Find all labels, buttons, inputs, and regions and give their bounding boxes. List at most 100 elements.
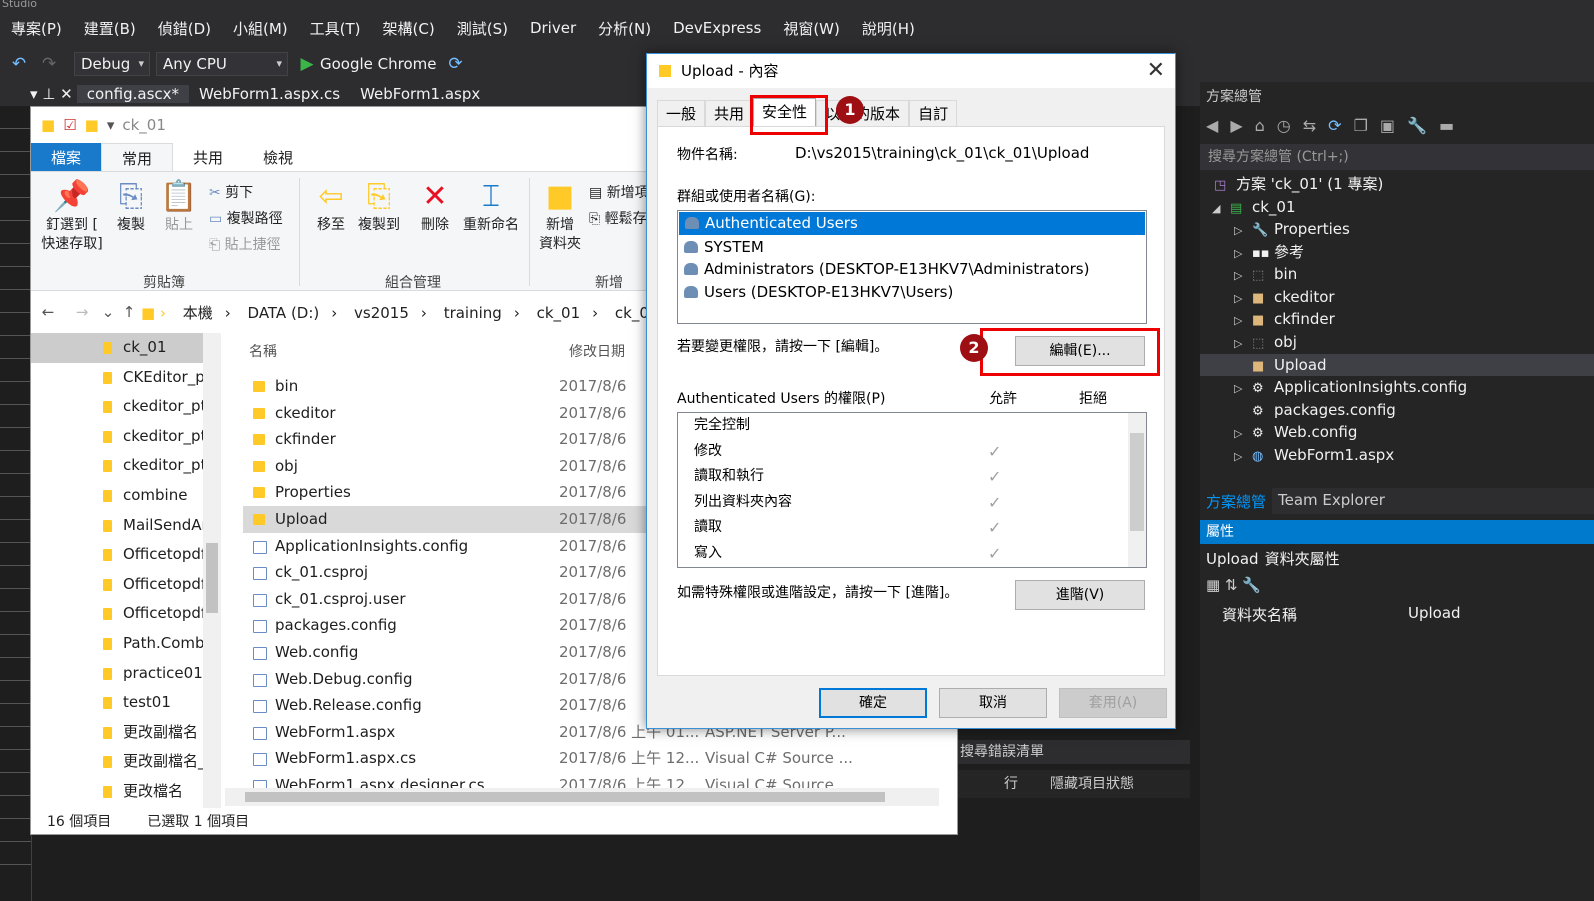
tab-customize[interactable]: 自訂 [909,100,958,126]
easy-access-button[interactable]: ⎘ 輕鬆存 [589,208,647,228]
tab-view[interactable]: 檢視 [243,143,313,171]
menu-team[interactable]: 小組(M) [222,18,299,39]
up-icon[interactable]: ↑ [117,303,141,321]
nav-item[interactable]: ckeditor_pt [31,422,221,452]
menu-test[interactable]: 測試(S) [446,18,519,39]
advanced-button[interactable]: 進階(V) [1015,580,1145,610]
col-line[interactable]: 行 [1004,770,1018,798]
nav-item[interactable]: ckeditor_pt [31,392,221,422]
redo-icon[interactable]: ↷ [38,53,60,75]
tab-webform-cs[interactable]: WebForm1.aspx.cs [189,85,350,103]
crumb-vs2015[interactable]: vs2015 [354,304,409,322]
forward-icon[interactable]: → [65,303,99,321]
user-item[interactable]: Users (DESKTOP-E13HKV7\Users) [678,281,1146,304]
nav-item[interactable]: Officetopdf [31,570,221,600]
forward-icon[interactable]: ▶ [1230,116,1242,135]
nav-item[interactable]: 更改副檔名_ [31,747,221,777]
user-list[interactable]: Authenticated Users SYSTEM Administrator… [677,210,1147,324]
pin-quick-access-button[interactable]: 📌 釘選到 [ 快速存取] [37,178,107,254]
user-item[interactable]: Administrators (DESKTOP-E13HKV7\Administ… [678,258,1146,281]
properties-sort-icons[interactable]: ▦ ⇅ 🔧 [1206,576,1261,594]
menu-debug[interactable]: 偵錯(D) [147,18,222,39]
pin-icon[interactable]: ▾ ⊥ ✕ [0,85,77,103]
run-target-dropdown[interactable]: Google Chrome [320,55,437,73]
nav-item[interactable]: Officetopdf [31,540,221,570]
tab-config-ascx[interactable]: config.ascx* [76,85,190,103]
nav-item[interactable]: CKEditor_pt [31,363,221,393]
menu-help[interactable]: 說明(H) [851,18,926,39]
menu-project[interactable]: 專案(P) [0,18,73,39]
collapse-icon[interactable]: ❐ [1354,116,1368,135]
back-icon[interactable]: ◀ [1206,116,1218,135]
move-to-button[interactable]: ⇦ 移至 [311,178,351,235]
nav-item[interactable]: 更改副檔名 [31,718,221,748]
copy-button[interactable]: ⎘ 複製 [111,178,151,235]
tree-item-ckeditor[interactable]: ▷ ■ ckeditor [1234,286,1335,308]
delete-button[interactable]: ✕ 刪除 [415,178,455,235]
paste-button[interactable]: 📋 貼上 [159,178,199,235]
properties-wrench-icon[interactable]: 🔧 [1407,116,1427,135]
nav-item[interactable]: Officetopdf [31,599,221,629]
col-date[interactable]: 修改日期 [569,341,625,361]
sync-icon[interactable]: ⇆ [1303,116,1316,135]
qat-dropdown-icon[interactable]: ▾ [107,116,115,134]
back-icon[interactable]: ← [31,303,65,321]
nav-item[interactable]: ck_01 [31,333,221,363]
ok-button[interactable]: 確定 [819,688,927,718]
permission-scrollbar[interactable] [1128,413,1146,567]
menu-devexpress[interactable]: DevExpress [662,19,772,37]
tree-solution[interactable]: ◳ 方案 'ck_01' (1 專案) [1214,173,1383,195]
permission-scroll-thumb[interactable] [1130,433,1144,531]
menu-tools[interactable]: 工具(T) [299,18,372,39]
recent-dropdown-icon[interactable]: ⌄ [99,303,117,321]
nav-item[interactable]: practice01 [31,659,221,689]
tree-item-appinsights[interactable]: ▷ ⚙ ApplicationInsights.config [1234,376,1467,398]
user-item[interactable]: SYSTEM [678,236,1146,259]
tree-item-ckfinder[interactable]: ▷ ■ ckfinder [1234,308,1335,330]
user-item[interactable]: Authenticated Users [679,212,1145,235]
undo-icon[interactable]: ↶ [8,53,30,75]
preview-icon[interactable]: ▬ [1439,116,1454,135]
tab-webform-aspx[interactable]: WebForm1.aspx [350,85,490,103]
menu-window[interactable]: 視窗(W) [772,18,851,39]
horizontal-scrollbar[interactable] [225,788,939,806]
new-folder-icon[interactable]: ■ [85,116,99,134]
tree-item-webform[interactable]: ▷ ◍ WebForm1.aspx [1234,444,1394,466]
tab-general[interactable]: 一般 [657,100,706,126]
nav-scroll-thumb[interactable] [206,543,218,613]
crumb-training[interactable]: training [444,304,502,322]
copy-to-button[interactable]: ⎘ 複製到 [355,178,403,235]
property-row[interactable]: 資料夾名稱 Upload [1222,604,1582,625]
configuration-dropdown[interactable]: Debug [74,52,150,76]
tree-item-upload[interactable]: ■ Upload [1200,354,1594,376]
solution-search-input[interactable]: 搜尋方案總管 (Ctrl+;) [1200,144,1594,170]
nav-item[interactable]: test01 [31,688,221,718]
col-suppress[interactable]: 隱藏項目狀態 [1050,770,1134,798]
tree-item-packages[interactable]: ⚙ packages.config [1252,399,1396,421]
tree-item-references[interactable]: ▷ ▪▪ 參考 [1234,241,1304,263]
properties-object[interactable]: Upload 資料夾屬性 [1206,548,1340,569]
close-icon[interactable]: ✕ [1147,54,1165,88]
menu-driver[interactable]: Driver [519,19,587,37]
home-icon[interactable]: ⌂ [1255,116,1265,135]
new-item-button[interactable]: ▤ 新增項 [589,182,649,202]
nav-item[interactable]: combine [31,481,221,511]
refresh-icon[interactable]: ⟳ [1328,116,1341,135]
crumb-ck01[interactable]: ck_01 [537,304,581,322]
error-list-search[interactable]: 搜尋錯誤清單 [958,740,1190,764]
tab-share[interactable]: 共用 [173,143,243,171]
copy-path-button[interactable]: ▭ 複製路徑 [209,208,283,228]
tab-team-explorer[interactable]: Team Explorer [1272,488,1391,514]
menu-architecture[interactable]: 架構(C) [372,18,446,39]
history-icon[interactable]: ◷ [1277,116,1291,135]
tab-sharing[interactable]: 共用 [705,100,754,126]
play-icon[interactable]: ▶ [296,53,318,75]
tree-project[interactable]: ◢ ▤ ck_01 [1212,196,1296,218]
platform-dropdown[interactable]: Any CPU [156,52,288,76]
nav-scrollbar[interactable] [203,333,221,808]
tree-item-properties[interactable]: ▷ 🔧 Properties [1234,218,1350,240]
tab-file[interactable]: 檔案 [31,143,102,171]
nav-item[interactable]: ckeditor_pt [31,451,221,481]
crumb-this-pc[interactable]: 本機 [183,304,213,322]
menu-analyze[interactable]: 分析(N) [587,18,662,39]
